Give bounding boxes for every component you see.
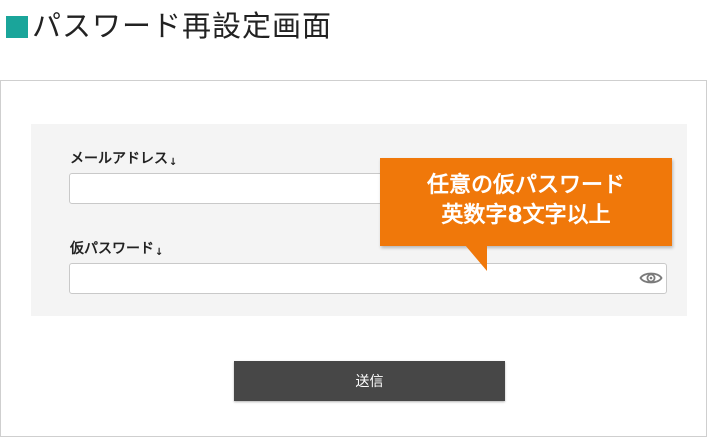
password-hint-callout: 任意の仮パスワード 英数字8文字以上 — [380, 158, 672, 246]
temp-password-field[interactable] — [69, 263, 667, 294]
email-field-label: メールアドレス↓ — [70, 148, 177, 168]
submit-button[interactable]: 送信 — [234, 361, 505, 401]
callout-pointer — [465, 245, 487, 271]
callout-line-1: 任意の仮パスワード — [426, 173, 625, 198]
eye-icon[interactable] — [639, 269, 663, 287]
temp-password-field-label: 仮パスワード↓ — [70, 238, 163, 258]
heading-marker-square — [6, 16, 28, 38]
page-title: パスワード再設定画面 — [32, 9, 333, 43]
required-mark: ↓ — [169, 157, 178, 168]
required-mark: ↓ — [155, 247, 164, 258]
email-label-text: メールアドレス — [70, 151, 168, 167]
temp-password-label-text: 仮パスワード — [70, 241, 154, 257]
callout-line-2: 英数字8文字以上 — [441, 203, 611, 228]
form-card: メールアドレス↓ 仮パスワード↓ 任意の仮パスワード 英数字8文字以上 送信 — [0, 80, 707, 437]
page-heading: パスワード再設定画面 — [6, 8, 332, 44]
